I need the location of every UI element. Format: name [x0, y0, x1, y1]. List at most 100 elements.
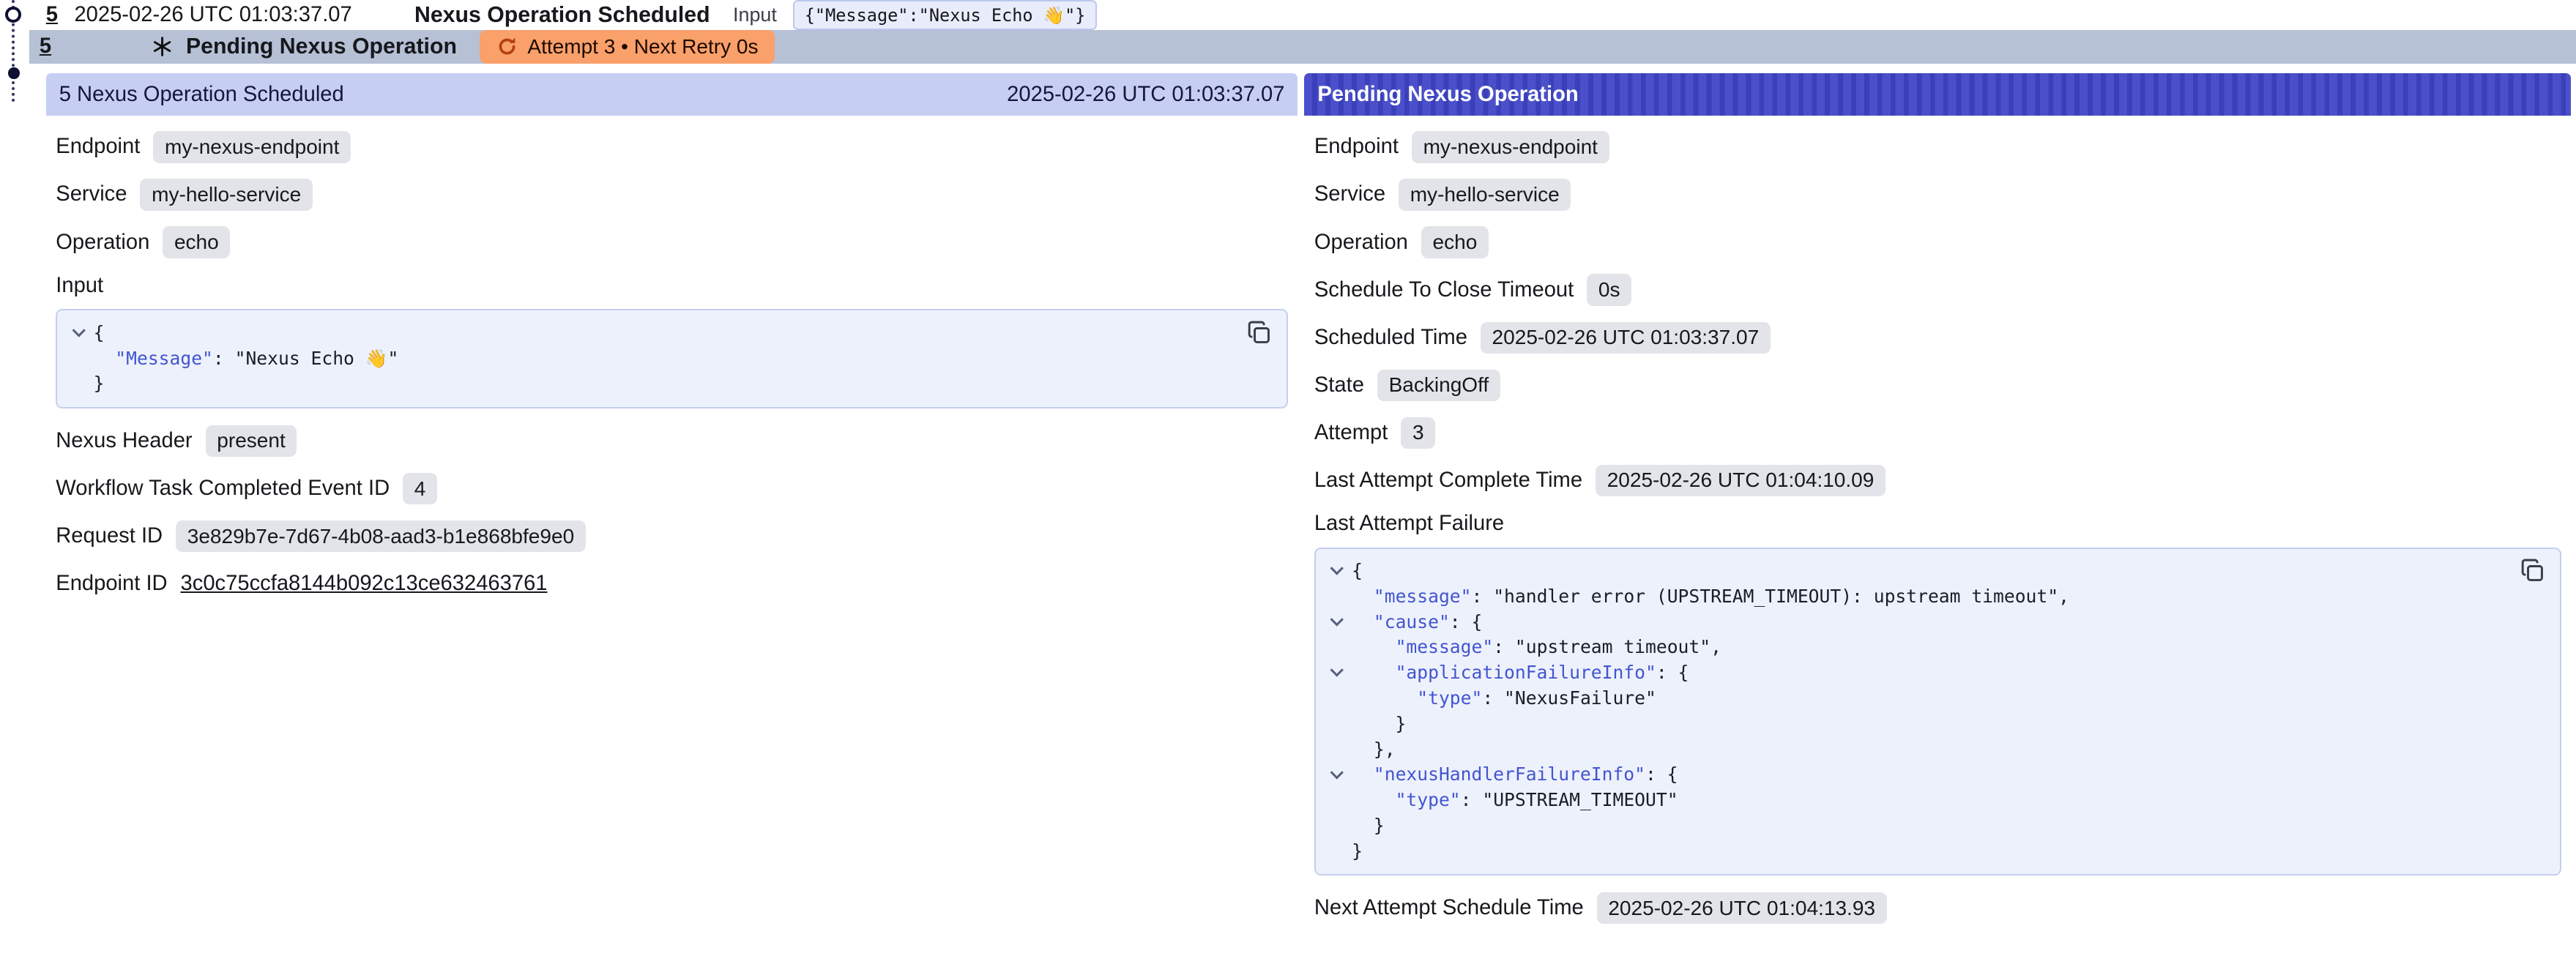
copy-button[interactable]: [2520, 559, 2547, 585]
code-line: "Message": "Nexus Echo 👋": [64, 346, 1237, 372]
service-label: Service: [56, 182, 127, 206]
scheduled-panel-title: 5 Nexus Operation Scheduled: [59, 83, 344, 107]
code-line: }: [1322, 712, 2511, 737]
attempt-retry-badge: Attempt 3 • Next Retry 0s: [480, 30, 775, 63]
state-label: State: [1314, 373, 1364, 397]
attempt-label: Attempt: [1314, 421, 1388, 445]
code-gutter: [1322, 813, 1352, 839]
pending-asterisk-icon: [152, 36, 173, 57]
timeline-node-open-icon: [5, 7, 21, 23]
service-label: Service: [1314, 182, 1385, 206]
last-attempt-failure-label: Last Attempt Failure: [1314, 512, 2561, 536]
code-text: "cause": {: [1352, 610, 1482, 635]
last-attempt-complete-value-chip: 2025-02-26 UTC 01:04:10.09: [1596, 465, 1886, 496]
code-gutter: [1322, 839, 1352, 864]
endpoint-label: Endpoint: [1314, 135, 1399, 159]
field-schedule-to-close-timeout: Schedule To Close Timeout 0s: [1314, 274, 2561, 307]
code-gutter: [1322, 712, 1352, 737]
attempt-badge-label: Attempt 3 • Next Retry 0s: [527, 35, 758, 59]
code-line: {: [1322, 559, 2511, 584]
code-text: }: [94, 371, 105, 397]
timeline-gutter: [0, 0, 29, 956]
code-line: }: [1322, 839, 2511, 864]
collapse-chevron-icon[interactable]: [1330, 562, 1344, 576]
service-value-chip: my-hello-service: [140, 179, 312, 210]
schedule-to-close-value-chip: 0s: [1587, 274, 1631, 305]
scheduled-panel-timestamp: 2025-02-26 UTC 01:03:37.07: [1007, 83, 1284, 107]
code-gutter: [1322, 559, 1352, 584]
code-gutter: [1322, 762, 1352, 788]
code-line: "cause": {: [1322, 610, 2511, 635]
code-gutter: [64, 371, 93, 397]
event-timestamp: 2025-02-26 UTC 01:03:37.07: [74, 3, 351, 27]
field-wft-completed-event-id: Workflow Task Completed Event ID 4: [56, 472, 1288, 505]
code-line: "message": "handler error (UPSTREAM_TIME…: [1322, 584, 2511, 610]
next-attempt-value-chip: 2025-02-26 UTC 01:04:13.93: [1597, 892, 1887, 924]
retry-refresh-icon: [496, 36, 518, 57]
code-gutter: [64, 346, 93, 372]
pending-title: Pending Nexus Operation: [186, 34, 457, 59]
event-row-scheduled[interactable]: 5 2025-02-26 UTC 01:03:37.07 Nexus Opera…: [29, 0, 2576, 30]
nexus-header-value-chip: present: [206, 425, 297, 457]
endpoint-id-link[interactable]: 3c0c75ccfa8144b092c13ce632463761: [181, 572, 548, 596]
field-endpoint-id: Endpoint ID 3c0c75ccfa8144b092c13ce63246…: [56, 567, 1288, 600]
event-input-preview-chip: {"Message":"Nexus Echo 👋"}: [793, 0, 1097, 30]
field-next-attempt-schedule-time: Next Attempt Schedule Time 2025-02-26 UT…: [1314, 892, 2561, 925]
code-line: "message": "upstream timeout",: [1322, 635, 2511, 660]
collapse-chevron-icon[interactable]: [1330, 664, 1344, 678]
field-operation: Operation echo: [1314, 226, 2561, 259]
collapse-chevron-icon[interactable]: [72, 324, 86, 337]
code-text: "nexusHandlerFailureInfo": {: [1352, 762, 1678, 788]
pending-panel-body: Endpoint my-nexus-endpoint Service my-he…: [1304, 116, 2571, 955]
event-detail-panels: 5 Nexus Operation Scheduled 2025-02-26 U…: [29, 64, 2576, 956]
code-gutter: [1322, 788, 1352, 813]
operation-label: Operation: [56, 231, 149, 255]
operation-value-chip: echo: [1421, 226, 1489, 258]
wft-completed-value-chip: 4: [403, 473, 437, 504]
code-gutter: [1322, 584, 1352, 610]
copy-button[interactable]: [1247, 321, 1273, 347]
wft-completed-label: Workflow Task Completed Event ID: [56, 477, 390, 501]
input-section-label: Input: [56, 274, 1288, 298]
code-text: "message": "upstream timeout",: [1352, 635, 1721, 660]
event-row-pending-group[interactable]: 5 Pending Nexus Operation: [29, 30, 2576, 63]
event-input-label: Input: [733, 4, 777, 26]
code-text: {: [94, 321, 105, 346]
scheduled-panel-header: 5 Nexus Operation Scheduled 2025-02-26 U…: [46, 73, 1298, 116]
code-line: }: [1322, 813, 2511, 839]
field-request-id: Request ID 3e829b7e-7d67-4b08-aad3-b1e86…: [56, 520, 1288, 553]
code-gutter: [1322, 635, 1352, 660]
collapse-chevron-icon[interactable]: [1330, 766, 1344, 780]
code-line: }: [64, 371, 1237, 397]
service-value-chip: my-hello-service: [1399, 179, 1571, 210]
endpoint-value-chip: my-nexus-endpoint: [1412, 131, 1609, 163]
input-json-viewer: { "Message": "Nexus Echo 👋"}: [56, 309, 1288, 408]
field-operation: Operation echo: [56, 226, 1288, 259]
scheduled-panel-body: Endpoint my-nexus-endpoint Service my-he…: [46, 116, 1298, 631]
code-text: "Message": "Nexus Echo 👋": [94, 346, 399, 372]
endpoint-value-chip: my-nexus-endpoint: [153, 131, 351, 163]
event-id-link[interactable]: 5: [46, 3, 58, 27]
field-state: State BackingOff: [1314, 369, 2561, 402]
code-text: "message": "handler error (UPSTREAM_TIME…: [1352, 584, 2069, 610]
pending-event-id-link[interactable]: 5: [40, 34, 51, 59]
code-gutter: [1322, 610, 1352, 635]
collapse-chevron-icon[interactable]: [1330, 613, 1344, 627]
code-gutter: [1322, 737, 1352, 763]
field-service: Service my-hello-service: [1314, 179, 2561, 212]
event-title: Nexus Operation Scheduled: [414, 3, 710, 28]
operation-value-chip: echo: [163, 226, 230, 258]
state-value-chip: BackingOff: [1377, 370, 1500, 401]
request-id-label: Request ID: [56, 524, 163, 548]
code-line: "applicationFailureInfo": {: [1322, 660, 2511, 686]
field-attempt: Attempt 3: [1314, 417, 2561, 449]
nexus-header-label: Nexus Header: [56, 429, 192, 453]
code-text: }: [1352, 712, 1406, 737]
code-text: }: [1352, 813, 1385, 839]
code-gutter: [1322, 686, 1352, 712]
request-id-value-chip: 3e829b7e-7d67-4b08-aad3-b1e868bfe9e0: [176, 520, 586, 552]
failure-json-viewer: { "message": "handler error (UPSTREAM_TI…: [1314, 548, 2561, 875]
workflow-history-view: 5 2025-02-26 UTC 01:03:37.07 Nexus Opera…: [0, 0, 2576, 956]
code-text: },: [1352, 737, 1395, 763]
code-text: }: [1352, 839, 1363, 864]
